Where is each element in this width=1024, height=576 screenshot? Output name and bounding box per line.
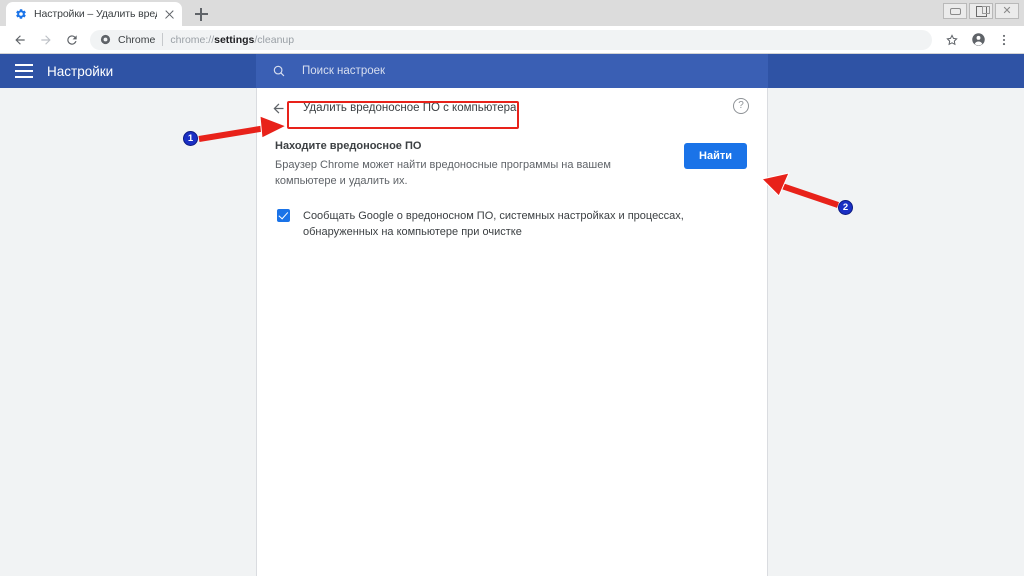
browser-tab[interactable]: Настройки – Удалить вредонос [6,2,182,26]
gear-icon [15,8,27,20]
browser-window: Настройки – Удалить вредонос ✕ Chrome [0,0,1024,576]
url-text: chrome://settings/cleanup [170,34,294,46]
help-glyph: ? [738,100,744,111]
site-name: Chrome [118,33,156,46]
three-dot-menu-icon[interactable] [992,28,1016,52]
tab-title: Настройки – Удалить вредонос [34,8,157,20]
search-input[interactable]: Поиск настроек [256,54,768,88]
address-bar[interactable]: Chrome chrome://settings/cleanup [90,29,932,50]
close-window-button[interactable]: ✕ [995,3,1019,19]
url-prefix: chrome:// [170,33,215,46]
star-icon[interactable] [940,28,964,52]
tab-strip: Настройки – Удалить вредонос ✕ [0,0,1024,26]
search-placeholder: Поиск настроек [302,65,386,77]
back-arrow-icon[interactable] [267,97,289,119]
settings-content-card: Удалить вредоносное ПО с компьютера ? На… [256,88,768,576]
page-title: Настройки [47,63,114,79]
close-icon: ✕ [1002,4,1012,17]
report-checkbox-label: Сообщать Google о вредоносном ПО, систем… [303,209,684,239]
report-checkbox-row[interactable]: Сообщать Google о вредоносном ПО, систем… [257,190,767,241]
url-path: /cleanup [254,33,295,46]
section-description: Браузер Chrome может найти вредоносные п… [275,159,611,187]
find-button[interactable]: Найти [684,143,747,169]
back-button[interactable] [8,28,32,52]
new-tab-button[interactable] [188,2,214,26]
settings-body: Удалить вредоносное ПО с компьютера ? На… [0,88,1024,576]
forward-button[interactable] [34,28,58,52]
report-checkbox[interactable] [277,208,290,222]
reload-button[interactable] [60,28,84,52]
close-icon[interactable] [164,9,175,20]
help-circle-icon[interactable]: ? [733,98,749,114]
cleanup-section: Находите вредоносное ПО Браузер Chrome м… [257,128,767,190]
minimize-button[interactable] [943,3,967,19]
subpage-header: Удалить вредоносное ПО с компьютера ? [257,88,767,128]
omnibox-divider [162,33,164,46]
browser-toolbar: Chrome chrome://settings/cleanup [0,26,1024,54]
search-icon [272,64,286,78]
section-heading: Находите вредоносное ПО [275,140,422,152]
hamburger-icon[interactable] [15,64,33,78]
account-icon[interactable] [966,28,990,52]
url-host: settings [214,33,255,46]
maximize-button[interactable] [969,3,993,19]
settings-header: Настройки Поиск настроек [0,54,1024,88]
window-controls: ✕ [943,3,1019,19]
subpage-title: Удалить вредоносное ПО с компьютера [303,102,517,114]
chrome-shield-icon [100,34,111,45]
